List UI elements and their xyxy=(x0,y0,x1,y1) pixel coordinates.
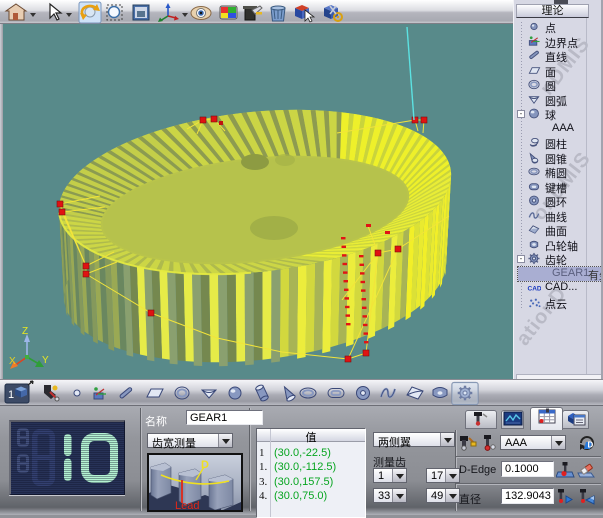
svg-text:D: D xyxy=(588,441,594,450)
svg-text:Y: Y xyxy=(42,355,49,366)
svg-text:D: D xyxy=(201,459,209,471)
svg-text:1: 1 xyxy=(8,389,14,401)
svg-text:CAD: CAD xyxy=(528,285,542,292)
svg-text:Z: Z xyxy=(22,326,28,337)
svg-text:Lead: Lead xyxy=(175,500,199,510)
svg-text:X: X xyxy=(9,356,16,367)
